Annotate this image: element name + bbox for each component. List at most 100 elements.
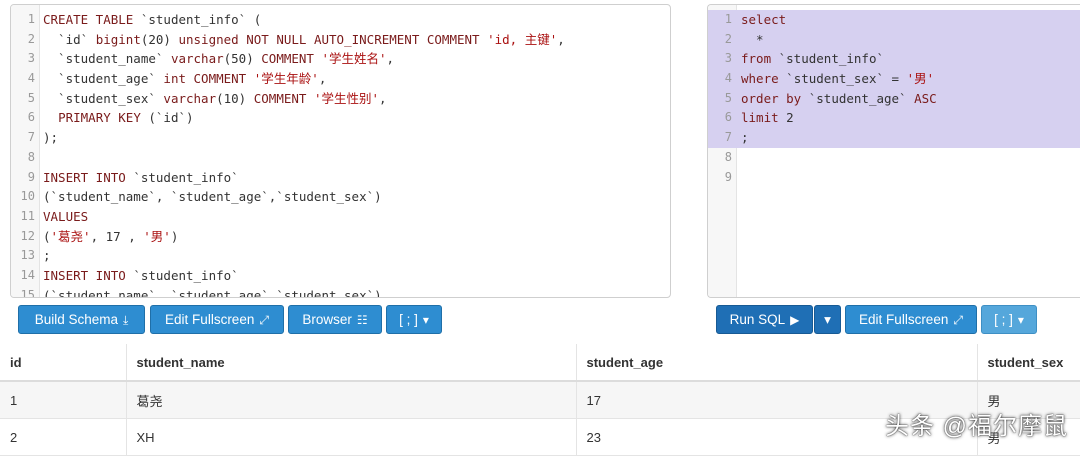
- code-text: ('葛尧', 17 , '男'): [43, 228, 179, 244]
- edit-fullscreen-label: Edit Fullscreen: [165, 312, 255, 327]
- tree-icon: ☷: [356, 313, 368, 327]
- code-text: `student_name` varchar(50) COMMENT '学生姓名…: [43, 51, 395, 67]
- line-number: 9: [724, 169, 732, 184]
- edit-fullscreen-button[interactable]: Edit Fullscreen ⤢: [150, 305, 284, 334]
- line-number: 3: [27, 51, 35, 66]
- code-text: from `student_info`: [741, 51, 884, 67]
- column-header-id: id: [0, 344, 126, 382]
- code-line[interactable]: 5 `student_sex` varchar(10) COMMENT '学生性…: [11, 89, 670, 109]
- code-line[interactable]: 12 ('葛尧', 17 , '男'): [11, 227, 670, 247]
- code-text: ;: [43, 248, 51, 264]
- delimiter-right-dropdown[interactable]: [ ; ] ▾: [981, 305, 1037, 334]
- code-line[interactable]: 3 from `student_info`: [708, 49, 1080, 70]
- line-number: 9: [27, 169, 35, 184]
- line-number: 6: [27, 110, 35, 125]
- cell-id: 1: [0, 381, 126, 419]
- line-number: 5: [27, 90, 35, 105]
- line-number: 12: [20, 228, 35, 243]
- results-header-row: id student_name student_age student_sex: [0, 344, 1080, 382]
- line-number: 8: [27, 149, 35, 164]
- run-sql-label: Run SQL: [729, 312, 786, 327]
- code-line[interactable]: 1 CREATE TABLE `student_info` (: [11, 10, 670, 30]
- run-sql-options-button[interactable]: ▾: [814, 305, 841, 334]
- code-line[interactable]: 10 (`student_name`, `student_age`,`studen…: [11, 187, 670, 207]
- caret-down-icon: ▾: [824, 312, 831, 327]
- code-line[interactable]: 11 VALUES: [11, 207, 670, 227]
- code-text: VALUES: [43, 208, 89, 224]
- code-line[interactable]: 8: [11, 148, 670, 168]
- delimiter-dropdown[interactable]: [ ; ] ▾: [386, 305, 442, 334]
- line-number: 2: [724, 31, 732, 46]
- cell-student-name: XH: [125, 418, 576, 456]
- line-number: 14: [20, 267, 35, 282]
- line-number: 6: [724, 110, 732, 125]
- code-text: INSERT INTO `student_info`: [43, 169, 239, 185]
- line-number: 7: [724, 130, 732, 145]
- delimiter-label: [ ; ]: [399, 312, 418, 327]
- watermark: 头条 @福尔摩鼠: [884, 413, 1068, 440]
- column-header-student-name: student_name: [125, 344, 576, 382]
- code-line[interactable]: 6 limit 2: [708, 108, 1080, 129]
- code-line[interactable]: 2 `id` bigint(20) unsigned NOT NULL AUTO…: [11, 30, 670, 50]
- code-line[interactable]: 2 *: [708, 29, 1080, 50]
- code-text: where `student_sex` = '男': [741, 71, 935, 87]
- code-text: (`student_name`, `student_age`,`student_…: [43, 287, 382, 298]
- code-line[interactable]: 4 `student_age` int COMMENT '学生年龄',: [11, 69, 670, 89]
- code-line[interactable]: 13;: [11, 246, 670, 266]
- line-number: 10: [20, 189, 35, 204]
- code-text: order by `student_age` ASC: [741, 90, 937, 106]
- code-text: INSERT INTO `student_info`: [43, 267, 239, 283]
- code-line[interactable]: 1 select: [708, 10, 1080, 30]
- code-text: select: [741, 12, 787, 27]
- line-number: 3: [724, 51, 732, 66]
- line-number: 5: [724, 90, 732, 105]
- browser-label: Browser: [302, 312, 352, 327]
- schema-code[interactable]: 1 CREATE TABLE `student_info` (2 `id` big…: [11, 10, 670, 298]
- cell-id: 2: [0, 418, 126, 456]
- line-number: 7: [27, 130, 35, 145]
- browser-button[interactable]: Browser ☷: [288, 305, 382, 334]
- build-schema-button[interactable]: Build Schema ⤓: [18, 305, 145, 334]
- expand-icon: ⤢: [259, 313, 269, 327]
- schema-editor[interactable]: 1 CREATE TABLE `student_info` (2 `id` big…: [10, 4, 671, 298]
- code-line[interactable]: 9 INSERT INTO `student_info`: [11, 168, 670, 188]
- line-number: 4: [27, 71, 35, 86]
- code-line[interactable]: 7;: [708, 128, 1080, 148]
- code-text: `student_sex` varchar(10) COMMENT '学生性别'…: [43, 90, 387, 106]
- line-number: 8: [724, 149, 732, 164]
- cell-student-name: 葛尧: [125, 381, 576, 419]
- build-schema-label: Build Schema: [34, 312, 118, 327]
- code-text: `student_age` int COMMENT '学生年龄',: [43, 71, 327, 87]
- edit-fullscreen-label: Edit Fullscreen: [859, 312, 949, 327]
- code-line[interactable]: 9: [708, 168, 1080, 188]
- expand-icon: ⤢: [953, 313, 963, 327]
- edit-fullscreen-right-button[interactable]: Edit Fullscreen ⤢: [845, 305, 977, 334]
- query-editor[interactable]: 1 select 2 * 3 from `student_info` 4 where `st…: [707, 4, 1080, 298]
- code-line[interactable]: 7);: [11, 128, 670, 148]
- code-line[interactable]: 8: [708, 148, 1080, 168]
- code-text: limit 2: [741, 110, 794, 126]
- caret-down-icon: ▾: [1017, 313, 1024, 327]
- code-line[interactable]: 4 where `student_sex` = '男': [708, 69, 1080, 89]
- code-line[interactable]: 5 order by `student_age` ASC: [708, 88, 1080, 109]
- code-line[interactable]: 15 (`student_name`, `student_age`,`studen…: [11, 286, 670, 298]
- run-sql-button[interactable]: Run SQL ▶: [716, 305, 813, 334]
- code-text: *: [741, 31, 764, 47]
- caret-down-icon: ▾: [422, 313, 429, 327]
- code-text: CREATE TABLE `student_info` (: [43, 12, 262, 27]
- download-icon: ⤓: [122, 313, 129, 327]
- code-line[interactable]: 3 `student_name` varchar(50) COMMENT '学生…: [11, 49, 670, 69]
- line-number: 2: [27, 31, 35, 46]
- code-line[interactable]: 14 INSERT INTO `student_info`: [11, 266, 670, 286]
- code-text: );: [43, 130, 59, 146]
- code-line[interactable]: 6 PRIMARY KEY (`id`): [11, 108, 670, 128]
- query-code[interactable]: 1 select 2 * 3 from `student_info` 4 where `st…: [708, 10, 1080, 187]
- line-number: 13: [20, 248, 35, 263]
- code-text: ;: [741, 130, 749, 146]
- line-number: 4: [724, 71, 732, 86]
- line-number: 1: [724, 12, 732, 26]
- code-text: (`student_name`, `student_age`,`student_…: [43, 189, 382, 205]
- column-header-student-sex: student_sex: [976, 344, 1080, 382]
- line-number: 11: [20, 208, 35, 223]
- code-text: PRIMARY KEY (`id`): [58, 110, 194, 126]
